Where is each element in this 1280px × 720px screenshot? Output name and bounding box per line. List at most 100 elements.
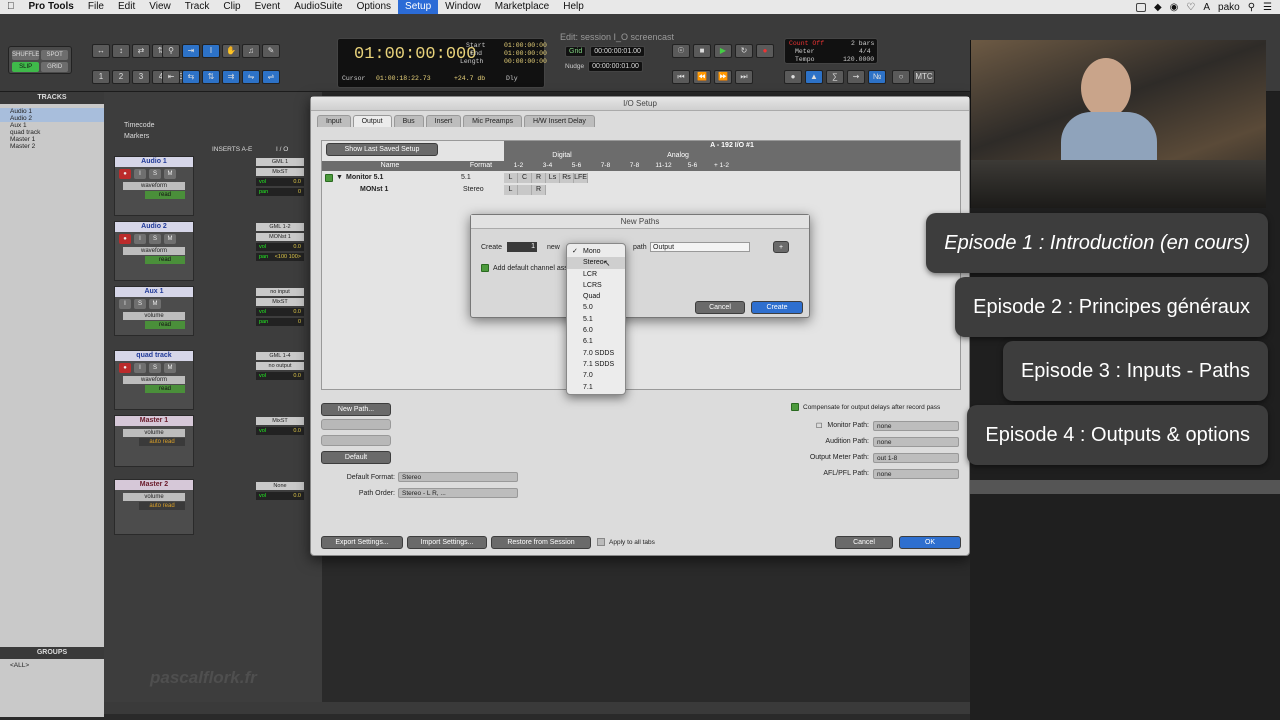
format-option-stereo[interactable]: Stereo ↖ [567, 257, 625, 269]
track-name[interactable]: quad track [115, 351, 193, 361]
selector-tool-icon[interactable]: I [202, 44, 220, 58]
track-name[interactable]: Aux 1 [115, 287, 193, 297]
path-active-checkbox[interactable] [325, 174, 333, 182]
rewind-icon[interactable]: ⏪ [693, 70, 711, 84]
zoom-preset-1[interactable]: 1 [92, 70, 110, 84]
end-icon[interactable]: ⏭ [735, 70, 753, 84]
output-selector[interactable]: MixST [256, 298, 304, 306]
playlist-name[interactable]: waveform [123, 376, 185, 384]
menu-clip[interactable]: Clip [216, 0, 247, 14]
tab-to-transient-icon[interactable]: ⇤ [162, 70, 180, 84]
output-meter-select[interactable]: out 1-8 [873, 453, 959, 463]
mode-grid[interactable]: GRID [41, 62, 68, 72]
volume-readout[interactable]: vol 0.0 [256, 243, 304, 251]
tab-bus[interactable]: Bus [393, 115, 424, 127]
format-option-6-0[interactable]: 6.0 [567, 325, 625, 336]
table-row[interactable]: MONst 1 Stereo [322, 185, 504, 195]
track-list-item[interactable]: Audio 2 [0, 115, 104, 122]
track-list-item[interactable]: Audio 1 [0, 108, 104, 115]
output-selector[interactable]: MixST [256, 417, 304, 425]
format-option-7-0[interactable]: 7.0 [567, 370, 625, 381]
automation-mode[interactable]: read [145, 321, 185, 329]
bottom-scrollbar[interactable] [104, 702, 970, 714]
tab-output[interactable]: Output [352, 115, 392, 127]
menu-window[interactable]: Window [438, 0, 488, 14]
tab-input[interactable]: Input [317, 115, 351, 127]
automation-mode[interactable]: read [145, 385, 185, 393]
volume-readout[interactable]: vol 0.0 [256, 372, 304, 380]
grabber-tool-icon[interactable]: ✋ [222, 44, 240, 58]
online-icon[interactable]: ☉ [672, 44, 690, 58]
format-option-7-1[interactable]: 7.1 [567, 382, 625, 393]
track-strip[interactable]: Master 1 volume auto read [114, 415, 194, 467]
channel-cell[interactable]: C [518, 173, 532, 183]
countoff-icon[interactable]: ∑ [826, 70, 844, 84]
output-selector[interactable]: MONst 1 [256, 233, 304, 241]
format-option-5-0[interactable]: 5.0 [567, 302, 625, 313]
forward-icon[interactable]: ⏩ [714, 70, 732, 84]
list-icon[interactable]: ☰ [1263, 2, 1272, 13]
format-option-5-1[interactable]: 5.1 [567, 314, 625, 325]
mtc-button[interactable]: MTC [913, 70, 935, 84]
format-option-lcrs[interactable]: LCRS [567, 280, 625, 291]
channel-cell[interactable]: L [504, 185, 518, 195]
add-row-icon[interactable]: + [773, 241, 789, 253]
record-icon[interactable]: ◉ [1170, 2, 1179, 13]
user-name[interactable]: pako [1218, 2, 1240, 13]
track-strip[interactable]: Audio 2 ● I S M waveform read [114, 221, 194, 281]
ok-button[interactable]: OK [899, 536, 961, 549]
play-icon[interactable]: ▶ [714, 44, 732, 58]
zoom-h-icon[interactable]: ⇄ [132, 44, 150, 58]
record-enable-icon[interactable]: ● [119, 169, 131, 179]
volume-readout[interactable]: vol 0.0 [256, 492, 304, 500]
path-name[interactable]: Monitor 5.1 [346, 173, 461, 183]
volume-readout[interactable]: vol 0.0 [256, 178, 304, 186]
track-name[interactable]: Master 1 [115, 416, 193, 426]
menu-event[interactable]: Event [248, 0, 288, 14]
add-default-checkbox[interactable] [481, 264, 489, 272]
rtz-icon[interactable]: ⏮ [672, 70, 690, 84]
input-selector[interactable]: no input [256, 288, 304, 296]
pan-readout[interactable]: pan 0 [256, 318, 304, 326]
cancel-button[interactable]: Cancel [695, 301, 745, 314]
zoom-preset-2[interactable]: 2 [112, 70, 130, 84]
channel-cell[interactable]: R [532, 185, 546, 195]
mute-button[interactable]: M [149, 299, 161, 309]
output-selector[interactable]: no output [256, 362, 304, 370]
link-timeline-icon[interactable]: ⇆ [182, 70, 200, 84]
monitor-path-select[interactable]: none [873, 421, 959, 431]
format-option-lcr[interactable]: LCR [567, 269, 625, 280]
input-monitor-button[interactable]: I [119, 299, 131, 309]
track-list-item[interactable]: quad track [0, 129, 104, 136]
record-enable-icon[interactable]: ● [119, 363, 131, 373]
grid-toggle[interactable]: Grid [565, 46, 587, 57]
format-option-7-0-sdds[interactable]: 7.0 SDDS [567, 348, 625, 359]
zoomer-tool-icon[interactable]: ⚲ [162, 44, 180, 58]
wait-note-icon[interactable]: ● [784, 70, 802, 84]
output-selector[interactable]: MixST [256, 168, 304, 176]
automation-mode[interactable]: auto read [139, 502, 185, 510]
export-settings-button[interactable]: Export Settings... [321, 536, 403, 549]
record-enable-icon[interactable]: ● [119, 234, 131, 244]
format-dropdown[interactable]: ✓ Mono Stereo ↖ LCR LCRS Quad 5.0 5.1 6.0 … [566, 243, 626, 395]
input-selector[interactable]: None [256, 482, 304, 490]
new-path-button[interactable]: New Path... [321, 403, 391, 416]
tab-insert[interactable]: Insert [425, 115, 462, 127]
plugin-name[interactable]: volume [123, 429, 185, 437]
menu-file[interactable]: File [81, 0, 111, 14]
solo-button[interactable]: S [149, 169, 161, 179]
volume-readout[interactable]: vol 0.0 [256, 427, 304, 435]
plugin-name[interactable]: volume [123, 312, 185, 320]
record-button-icon[interactable]: ● [756, 44, 774, 58]
automation-follows-icon[interactable]: ⇌ [262, 70, 280, 84]
dly-label[interactable]: Dly [506, 75, 518, 82]
tempo-value[interactable]: 120.0000 [843, 56, 874, 63]
automation-mode[interactable]: auto read [139, 438, 185, 446]
menu-marketplace[interactable]: Marketplace [488, 0, 556, 14]
solo-button[interactable]: S [149, 363, 161, 373]
input-monitor-button[interactable]: I [134, 234, 146, 244]
import-settings-button[interactable]: Import Settings... [407, 536, 487, 549]
track-name[interactable]: Audio 1 [115, 157, 193, 167]
restore-from-session-button[interactable]: Restore from Session [491, 536, 591, 549]
path-name[interactable]: MONst 1 [360, 185, 463, 195]
